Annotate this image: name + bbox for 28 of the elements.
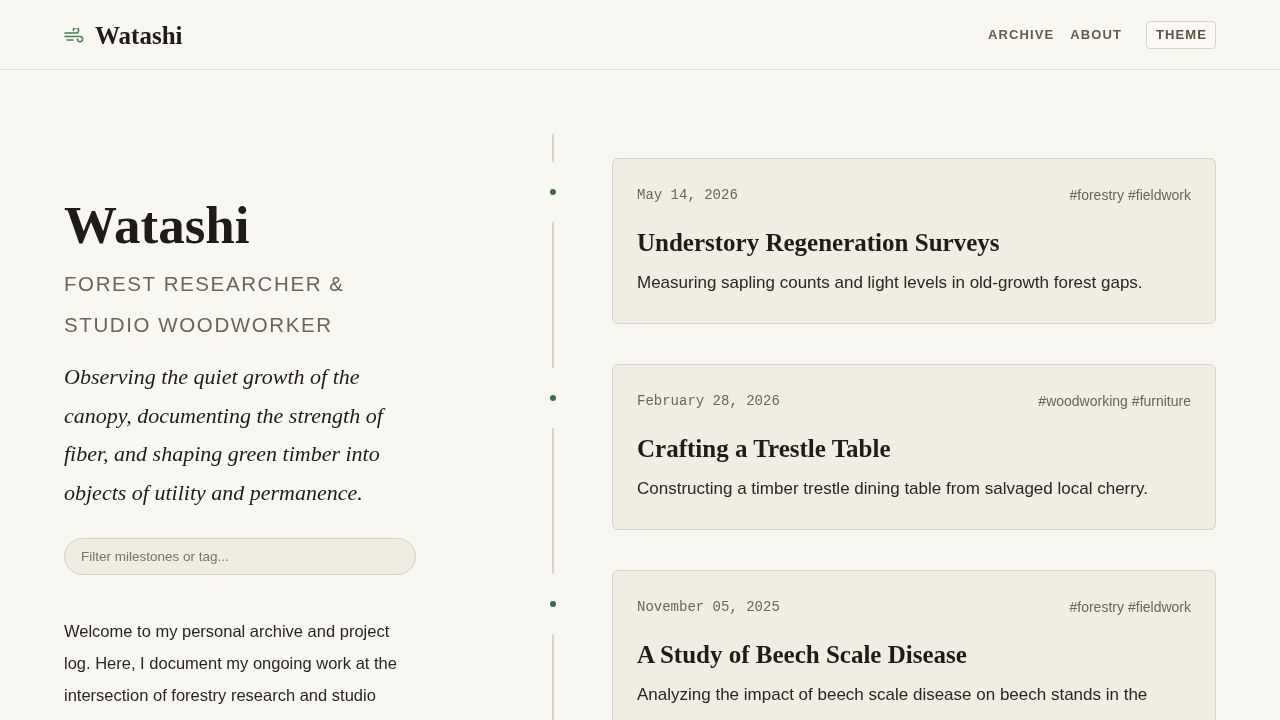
tag-label: #forestry (1069, 187, 1124, 203)
milestone-date: February 28, 2026 (637, 393, 780, 409)
intro-text: Welcome to my personal archive and project log. Here, I document my ongoing work at the intersection of forestry research and studio (64, 621, 398, 706)
profile-name: Watashi (64, 195, 251, 255)
theme-button[interactable]: THEME (1146, 20, 1216, 49)
milestone-description: Analyzing the impact of beech scale disease on beech stands in the (637, 684, 1149, 706)
brand-link[interactable]: Watashi (64, 19, 183, 50)
tag-label: #fieldwork (1127, 599, 1191, 615)
dot-icon (550, 601, 556, 607)
tag-label: #furniture (1131, 393, 1191, 409)
milestone-date: May 14, 2026 (637, 187, 738, 203)
filter-field[interactable]: Filter milestones or tag... (64, 538, 416, 575)
dot-icon (550, 395, 556, 401)
wind-icon (64, 28, 86, 43)
profile-subtitle: FOREST RESEARCHER & STUDIO WOODWORKER (64, 271, 346, 338)
milestone-date: November 05, 2025 (637, 599, 780, 615)
tag-label: #fieldwork (1127, 187, 1191, 203)
nav-link[interactable]: ARCHIVE (988, 27, 1055, 42)
tag-label: #woodworking (1038, 393, 1128, 409)
milestone-description: Measuring sapling counts and light levels in old-growth forest gaps. (637, 272, 1144, 294)
tag-label: #forestry (1069, 599, 1124, 615)
milestone-title: Crafting a Trestle Table (637, 434, 892, 464)
milestone-description: Constructing a timber trestle dining table from salvaged local cherry. (637, 478, 1149, 500)
nav-link[interactable]: ABOUT (1070, 27, 1122, 42)
milestone-title: Understory Regeneration Surveys (637, 228, 1001, 258)
dot-icon (550, 189, 556, 195)
milestone-title: A Study of Beech Scale Disease (637, 640, 968, 670)
tagline: Observing the quiet growth of the canopy, documenting the strength of fiber, and shaping green timber into objects of utility and permanence. (64, 358, 412, 512)
